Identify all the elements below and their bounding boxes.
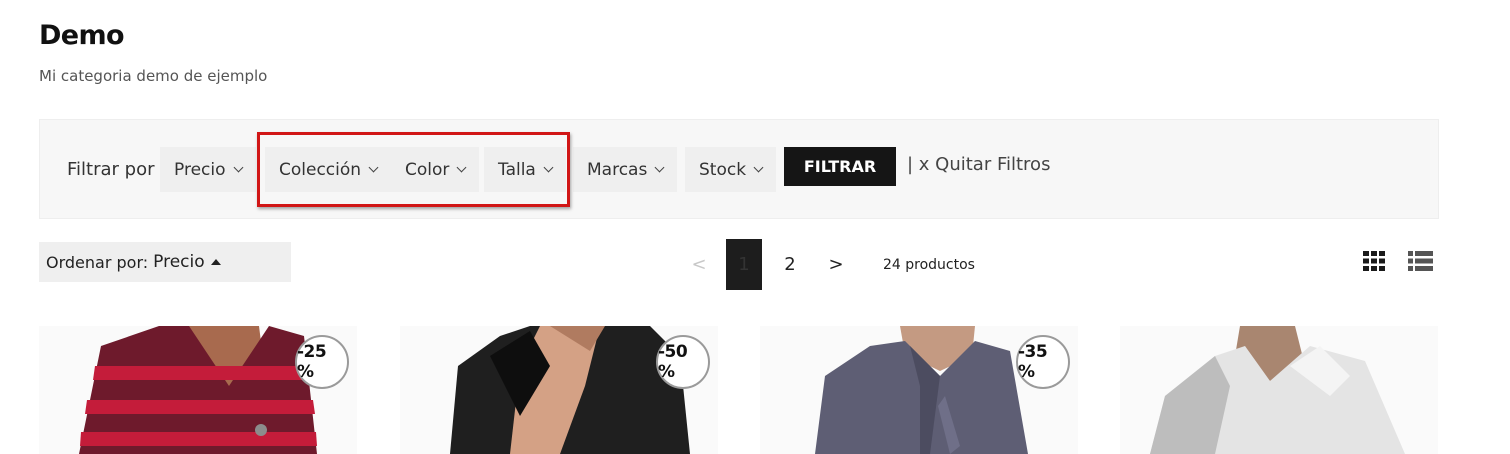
grid-view-icon[interactable] [1363,251,1385,271]
product-image [1120,326,1438,454]
chevron-down-icon [654,162,665,173]
apply-filters-button[interactable]: FILTRAR [784,147,896,186]
filter-dropdown-stock[interactable]: Stock [685,147,777,192]
filter-dropdown-precio[interactable]: Precio [160,147,256,192]
chevron-down-icon [753,162,764,173]
sort-label: Ordenar por: [46,252,149,272]
clear-filters-link[interactable]: | x Quitar Filtros [907,154,1050,175]
product-count: 24 productos [883,257,975,273]
discount-badge: -50 % [656,335,710,389]
highlight-box [257,132,570,207]
chevron-down-icon [233,162,243,173]
sort-asc-icon [210,259,221,265]
page-title: Demo [39,20,125,51]
pagination-page-1[interactable]: 1 [726,239,762,290]
pagination-prev[interactable]: < [686,239,712,290]
filter-label: Filtrar por [67,159,155,180]
pagination-next[interactable]: > [822,239,850,290]
filter-dropdown-marcas[interactable]: Marcas [573,147,678,192]
page-subtitle: Mi categoria demo de ejemplo [39,67,268,85]
pagination-page-2[interactable]: 2 [776,239,804,290]
filter-dropdown-label: Marcas [587,159,648,180]
sort-dropdown[interactable]: Ordenar por: Precio [39,242,291,282]
sort-value: Precio [153,252,205,272]
discount-badge: -25 % [295,335,349,389]
filter-bar: Filtrar por Precio Colección Color Talla… [39,119,1439,219]
list-view-icon[interactable] [1408,251,1433,271]
discount-badge: -35 % [1016,335,1070,389]
filter-dropdown-label: Stock [699,159,747,180]
filter-dropdown-label: Precio [174,159,226,180]
product-card-4[interactable] [1120,326,1438,454]
